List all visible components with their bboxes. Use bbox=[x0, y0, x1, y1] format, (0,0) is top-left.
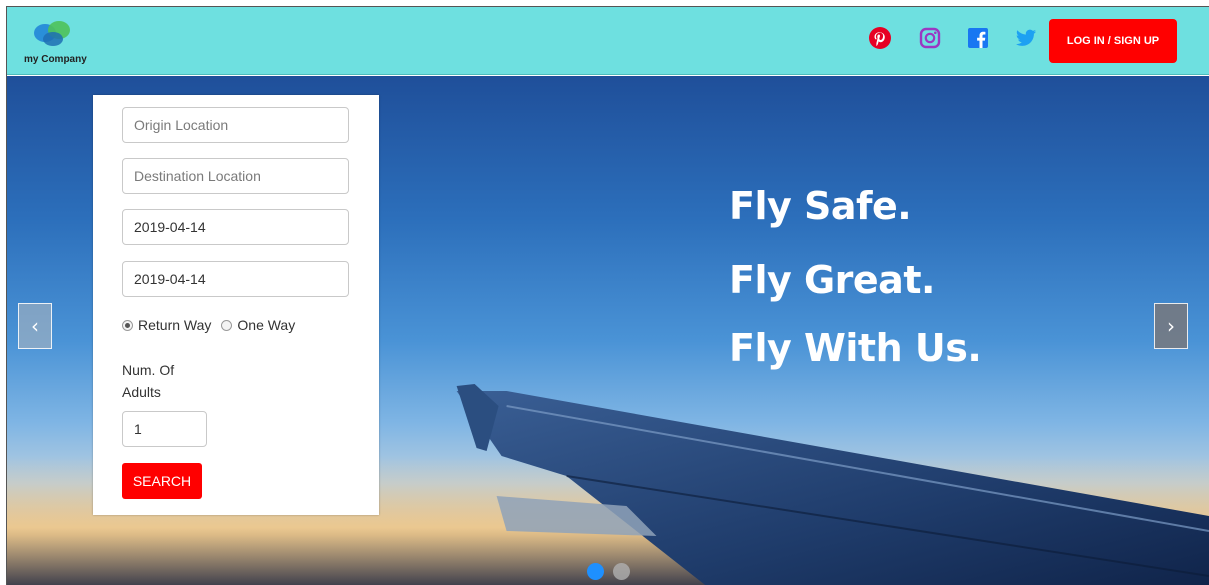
chevron-right-icon: › bbox=[1167, 314, 1175, 338]
instagram-icon[interactable] bbox=[917, 25, 943, 51]
carousel-indicator-1[interactable] bbox=[587, 563, 604, 580]
chevron-left-icon: ‹ bbox=[31, 314, 39, 338]
tagline-line-2: Fly Great. bbox=[729, 258, 935, 302]
twitter-icon[interactable] bbox=[1013, 25, 1039, 51]
return-way-radio[interactable] bbox=[122, 319, 133, 331]
origin-location-input[interactable] bbox=[122, 107, 349, 143]
adults-label: Num. Of Adults bbox=[122, 362, 175, 400]
adults-count-input[interactable] bbox=[122, 411, 207, 447]
return-date-input[interactable] bbox=[122, 261, 349, 297]
search-button[interactable]: SEARCH bbox=[122, 463, 202, 499]
facebook-icon[interactable] bbox=[965, 25, 991, 51]
top-navbar: my Company LOG IN / SIGN UP bbox=[7, 7, 1209, 75]
login-signup-button[interactable]: LOG IN / SIGN UP bbox=[1049, 19, 1177, 63]
company-logo[interactable]: my Company bbox=[21, 17, 87, 67]
trip-type-group: Return Way One Way bbox=[122, 317, 295, 333]
flight-search-panel: Return Way One Way Num. Of Adults SEARCH bbox=[93, 95, 379, 515]
destination-location-input[interactable] bbox=[122, 158, 349, 194]
logo-text: my Company bbox=[24, 54, 87, 65]
tagline-line-1: Fly Safe. bbox=[729, 184, 912, 228]
return-way-label: Return Way bbox=[138, 317, 212, 333]
page: my Company LOG IN / SIGN UP Fly Safe. Fl… bbox=[6, 6, 1209, 585]
carousel-next-button[interactable]: › bbox=[1154, 303, 1188, 349]
departure-date-input[interactable] bbox=[122, 209, 349, 245]
carousel-prev-button[interactable]: ‹ bbox=[18, 303, 52, 349]
carousel-indicator-2[interactable] bbox=[613, 563, 630, 580]
tagline-line-3: Fly With Us. bbox=[729, 326, 982, 370]
one-way-label: One Way bbox=[237, 317, 296, 333]
pinterest-icon[interactable] bbox=[867, 25, 893, 51]
logo-mark-icon bbox=[34, 21, 70, 46]
one-way-radio[interactable] bbox=[221, 319, 233, 331]
